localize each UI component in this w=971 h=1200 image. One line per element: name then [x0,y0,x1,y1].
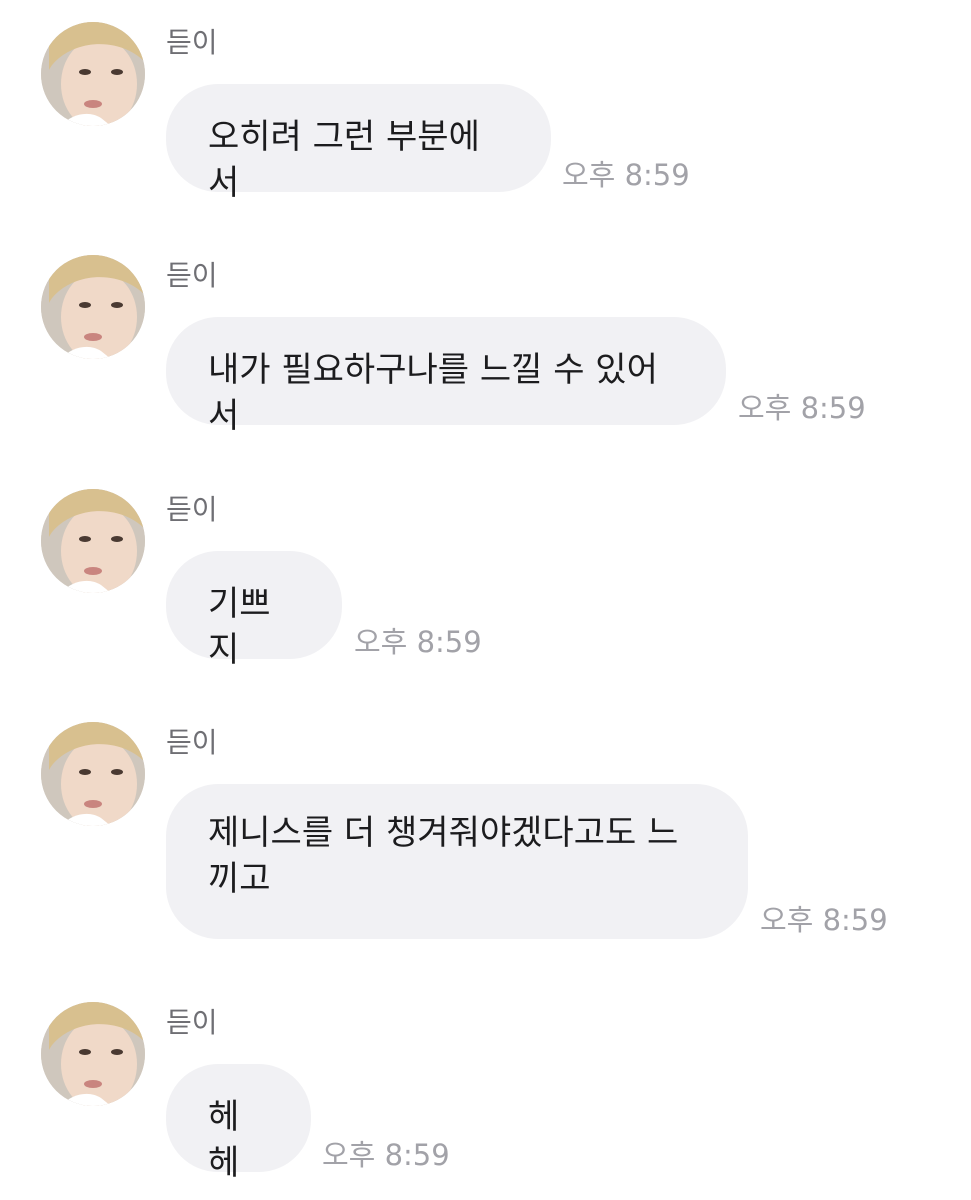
sender-avatar[interactable] [41,22,145,126]
chat-message: 듣이 제니스를 더 챙겨줘야겠다고도 느끼고 오후 8:59 [0,722,971,947]
message-bubble[interactable]: 기쁘지 [166,551,342,670]
message-bubble[interactable]: 내가 필요하구나를 느낄 수 있어서 [166,317,726,436]
message-bubble[interactable]: 헤헤 [166,1064,311,1183]
message-bubble[interactable]: 제니스를 더 챙겨줘야겠다고도 느끼고 [166,784,748,939]
message-text: 제니스를 더 챙겨줘야겠다고도 느끼고 [208,813,679,899]
message-text: 헤헤 [208,1097,240,1183]
sender-avatar[interactable] [41,1002,145,1106]
message-timestamp: 오후 8:59 [322,1138,450,1172]
sender-name: 듣이 [166,26,218,59]
profile-photo-icon [41,489,145,593]
profile-photo-icon [41,1002,145,1106]
chat-message-list[interactable]: 듣이 오히려 그런 부분에서 오후 8:59 듣이 내가 필요하구나를 느낄 수… [0,0,971,1200]
message-text: 오히려 그런 부분에서 [208,117,480,203]
message-timestamp: 오후 8:59 [562,158,690,192]
chat-message: 듣이 내가 필요하구나를 느낄 수 있어서 오후 8:59 [0,255,971,436]
message-timestamp: 오후 8:59 [738,391,866,425]
message-timestamp: 오후 8:59 [354,625,482,659]
sender-name: 듣이 [166,493,218,526]
sender-name: 듣이 [166,259,218,292]
chat-message: 듣이 헤헤 오후 8:59 [0,1002,971,1183]
sender-avatar[interactable] [41,489,145,593]
message-bubble[interactable]: 오히려 그런 부분에서 [166,84,551,203]
message-text: 내가 필요하구나를 느낄 수 있어서 [208,350,658,436]
sender-avatar[interactable] [41,255,145,359]
chat-message: 듣이 오히려 그런 부분에서 오후 8:59 [0,22,971,203]
sender-avatar[interactable] [41,722,145,826]
profile-photo-icon [41,255,145,359]
profile-photo-icon [41,722,145,826]
sender-name: 듣이 [166,1006,218,1039]
message-timestamp: 오후 8:59 [760,903,888,937]
profile-photo-icon [41,22,145,126]
sender-name: 듣이 [166,726,218,759]
message-text: 기쁘지 [208,584,271,670]
chat-message: 듣이 기쁘지 오후 8:59 [0,489,971,670]
